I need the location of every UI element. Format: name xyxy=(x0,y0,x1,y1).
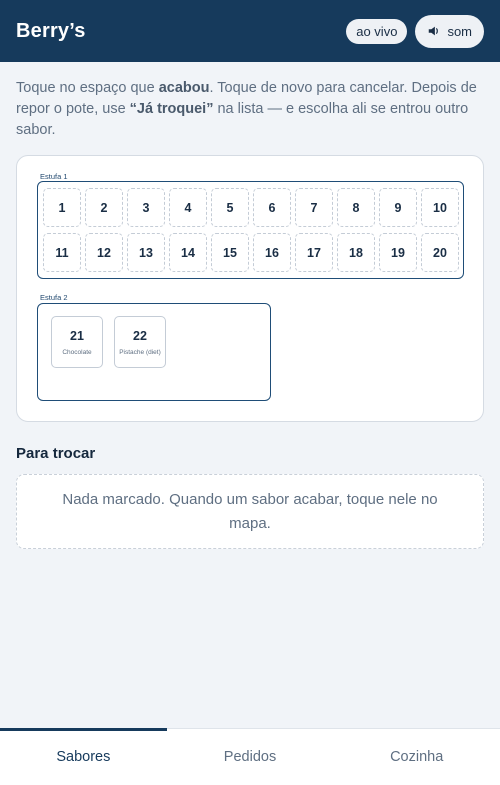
slot-15[interactable]: 15 xyxy=(211,233,249,272)
header-actions: ao vivo som xyxy=(346,14,484,48)
slot-20[interactable]: 20 xyxy=(421,233,459,272)
brand-title: Berry’s xyxy=(16,19,86,42)
instructions-text: Toque no espaço que acabou. Toque de nov… xyxy=(16,78,486,141)
slot-22[interactable]: 22 Pistache (diet) xyxy=(114,316,166,368)
instructions-bold-ja-troquei: “Já troquei” xyxy=(129,101,214,117)
estufa-1-grid: 1 2 3 4 5 6 7 8 9 10 11 12 13 14 15 16 17 18 19 20 xyxy=(38,182,463,277)
live-status-badge: ao vivo xyxy=(346,18,408,44)
sound-toggle-button[interactable]: som xyxy=(415,14,484,48)
tab-sabores[interactable]: Sabores xyxy=(0,728,167,785)
slot-6[interactable]: 6 xyxy=(253,188,291,227)
swap-section-title: Para trocar xyxy=(16,445,96,462)
instructions-bold-acabou: acabou xyxy=(158,80,210,96)
speaker-icon xyxy=(429,26,439,36)
slot-19[interactable]: 19 xyxy=(379,233,417,272)
slot-13[interactable]: 13 xyxy=(127,233,165,272)
estufa-2-label: Estufa 2 xyxy=(40,293,68,302)
slot-10[interactable]: 10 xyxy=(421,188,459,227)
instructions-part1: Toque no espaço que xyxy=(16,80,159,96)
tab-pedidos[interactable]: Pedidos xyxy=(167,729,334,785)
slot-16[interactable]: 16 xyxy=(253,233,291,272)
slot-21[interactable]: 21 Chocolate xyxy=(51,316,103,368)
estufa-2-panel: 21 Chocolate 22 Pistache (diet) xyxy=(37,303,271,401)
swap-empty-state: Nada marcado. Quando um sabor acabar, to… xyxy=(16,474,484,549)
slot-1[interactable]: 1 xyxy=(43,188,81,227)
slot-14[interactable]: 14 xyxy=(169,233,207,272)
sound-label: som xyxy=(447,23,472,39)
slot-flavor: Chocolate xyxy=(62,348,92,356)
slot-8[interactable]: 8 xyxy=(337,188,375,227)
slot-4[interactable]: 4 xyxy=(169,188,207,227)
slot-18[interactable]: 18 xyxy=(337,233,375,272)
slot-7[interactable]: 7 xyxy=(295,188,333,227)
slot-2[interactable]: 2 xyxy=(85,188,123,227)
slot-9[interactable]: 9 xyxy=(379,188,417,227)
slot-17[interactable]: 17 xyxy=(295,233,333,272)
slot-3[interactable]: 3 xyxy=(127,188,165,227)
bottom-tab-bar: Sabores Pedidos Cozinha xyxy=(0,728,500,785)
estufa-1-panel: 1 2 3 4 5 6 7 8 9 10 11 12 13 14 15 16 17 18 19 20 xyxy=(37,181,464,279)
slot-number: 21 xyxy=(70,328,84,343)
slot-12[interactable]: 12 xyxy=(85,233,123,272)
slot-flavor: Pistache (diet) xyxy=(119,348,161,356)
estufa-1-label: Estufa 1 xyxy=(40,172,68,181)
slot-11[interactable]: 11 xyxy=(43,233,81,272)
slot-5[interactable]: 5 xyxy=(211,188,249,227)
stock-map-card: Estufa 1 1 2 3 4 5 6 7 8 9 10 11 12 13 14 15 16 17 18 19 20… xyxy=(16,155,484,422)
slot-number: 22 xyxy=(133,328,147,343)
tab-cozinha[interactable]: Cozinha xyxy=(333,729,500,785)
app-header: Berry’s ao vivo som xyxy=(0,0,500,62)
